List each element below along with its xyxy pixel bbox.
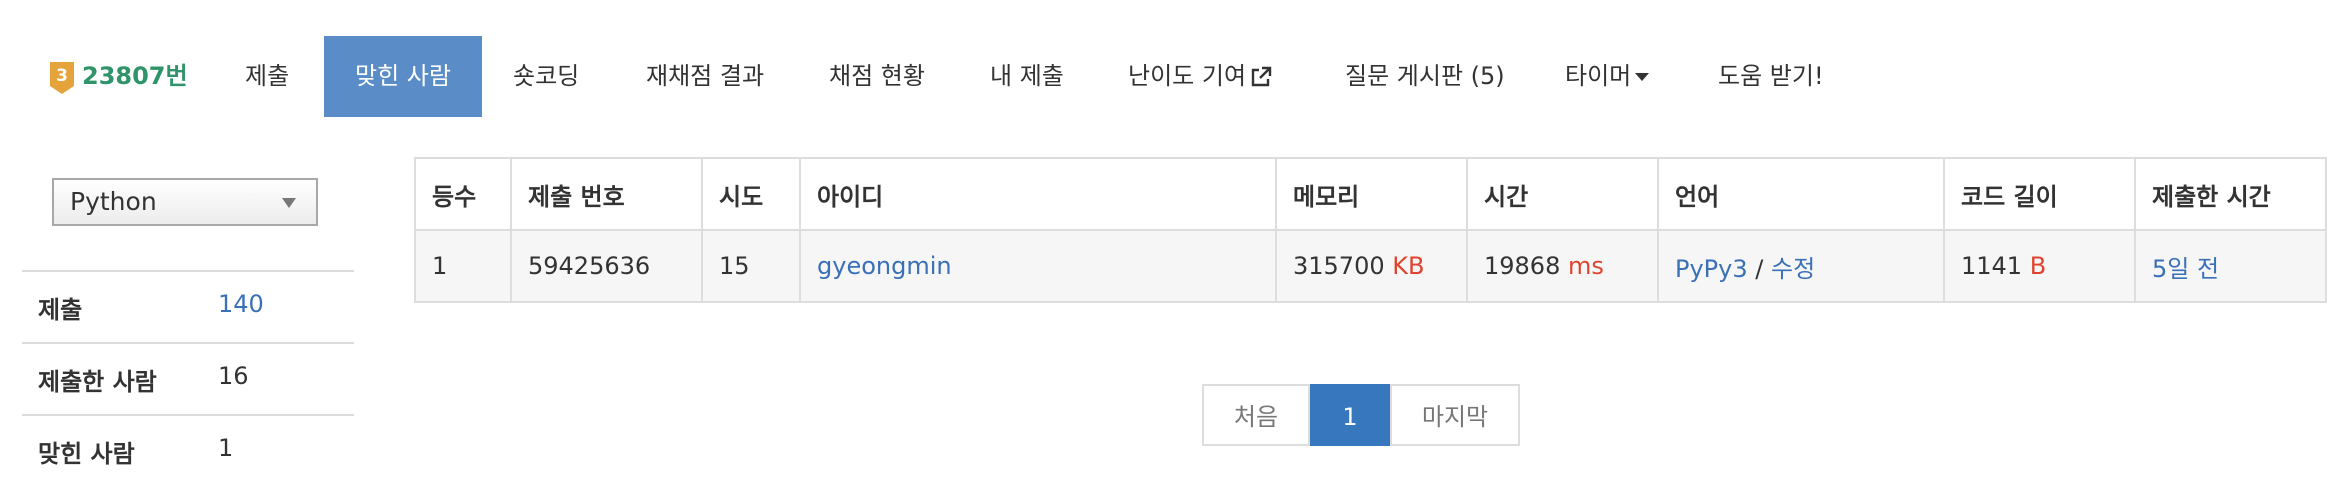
language-select-value: Python [70, 187, 157, 216]
tab-correct-users[interactable]: 맞힌 사람 [324, 36, 482, 117]
table-header-row: 등수 제출 번호 시도 아이디 메모리 시간 언어 코드 길이 제출한 시간 [414, 157, 2327, 231]
svg-text:3: 3 [56, 66, 68, 86]
problem-id[interactable]: 23807번 [82, 36, 188, 117]
stat-row-submitters: 제출한 사람 16 [22, 342, 354, 414]
time-value: 19868 [1484, 252, 1561, 280]
timer-label: 타이머 [1565, 62, 1632, 90]
stat-value-submissions[interactable]: 140 [218, 290, 264, 318]
problem-stats: 제출 140 제출한 사람 16 맞힌 사람 1 [22, 270, 354, 486]
memory-unit: KB [1392, 252, 1425, 280]
code-length-unit: B [2029, 252, 2047, 280]
header-code-length: 코드 길이 [1943, 157, 2136, 231]
header-submitted-time: 제출한 시간 [2134, 157, 2327, 231]
page-current-button[interactable]: 1 [1310, 384, 1390, 446]
difficulty-label: 난이도 기여 [1128, 62, 1247, 90]
time-unit: ms [1568, 252, 1604, 280]
stat-label: 제출 [38, 296, 83, 324]
cell-attempts: 15 [701, 229, 801, 303]
cell-time: 19868 ms [1466, 229, 1659, 303]
chevron-down-icon [1635, 73, 1650, 81]
cell-rank: 1 [414, 229, 512, 303]
tab-judge-status[interactable]: 채점 현황 [829, 36, 925, 117]
header-submission-id: 제출 번호 [510, 157, 703, 231]
header-user-id: 아이디 [799, 157, 1277, 231]
stat-row-submissions: 제출 140 [22, 270, 354, 342]
tab-my-submissions[interactable]: 내 제출 [990, 36, 1064, 117]
page-last-button[interactable]: 마지막 [1390, 384, 1520, 446]
language-separator: / [1755, 254, 1764, 283]
chevron-down-icon [282, 198, 296, 208]
external-link-icon [1251, 66, 1272, 87]
edit-link[interactable]: 수정 [1771, 255, 1815, 283]
tab-rejudge-results[interactable]: 재채점 결과 [646, 36, 764, 117]
user-link[interactable]: gyeongmin [817, 252, 952, 280]
language-select[interactable]: Python [52, 178, 318, 226]
tab-get-help[interactable]: 도움 받기! [1718, 36, 1824, 117]
tab-timer[interactable]: 타이머 [1565, 36, 1650, 117]
header-attempts: 시도 [701, 157, 801, 231]
tab-short-coding[interactable]: 숏코딩 [513, 36, 579, 117]
stat-value-correct-users: 1 [218, 434, 234, 462]
stat-label: 제출한 사람 [38, 368, 157, 396]
stat-value-submitters: 16 [218, 362, 249, 390]
header-time: 시간 [1466, 157, 1659, 231]
stat-label: 맞힌 사람 [38, 440, 135, 468]
cell-submission-id: 59425636 [510, 229, 703, 303]
tab-submit[interactable]: 제출 [245, 36, 289, 117]
ranking-table: 등수 제출 번호 시도 아이디 메모리 시간 언어 코드 길이 제출한 시간 1… [414, 157, 2327, 303]
cell-code-length: 1141 B [1943, 229, 2136, 303]
problem-nav: 3 23807번 제출 맞힌 사람 숏코딩 재채점 결과 채점 현황 내 제출 … [0, 36, 2334, 117]
header-language: 언어 [1657, 157, 1945, 231]
tier-badge-icon: 3 [50, 62, 74, 94]
code-length-value: 1141 [1961, 252, 2023, 280]
cell-memory: 315700 KB [1275, 229, 1468, 303]
stat-row-correct-users: 맞힌 사람 1 [22, 414, 354, 486]
language-link[interactable]: PyPy3 [1675, 255, 1748, 283]
tab-difficulty-contribution[interactable]: 난이도 기여 [1128, 36, 1272, 117]
header-rank: 등수 [414, 157, 512, 231]
pagination: 처음 1 마지막 [1202, 384, 1520, 446]
memory-value: 315700 [1293, 252, 1385, 280]
cell-language: PyPy3 / 수정 [1657, 229, 1945, 303]
submitted-time-link[interactable]: 5일 전 [2152, 255, 2219, 283]
page-first-button[interactable]: 처음 [1202, 384, 1310, 446]
cell-submitted-time: 5일 전 [2134, 229, 2327, 303]
table-row: 1 59425636 15 gyeongmin 315700 KB 19868 … [414, 229, 2327, 303]
header-memory: 메모리 [1275, 157, 1468, 231]
tab-qna-board[interactable]: 질문 게시판 (5) [1345, 36, 1505, 117]
cell-user-id: gyeongmin [799, 229, 1277, 303]
